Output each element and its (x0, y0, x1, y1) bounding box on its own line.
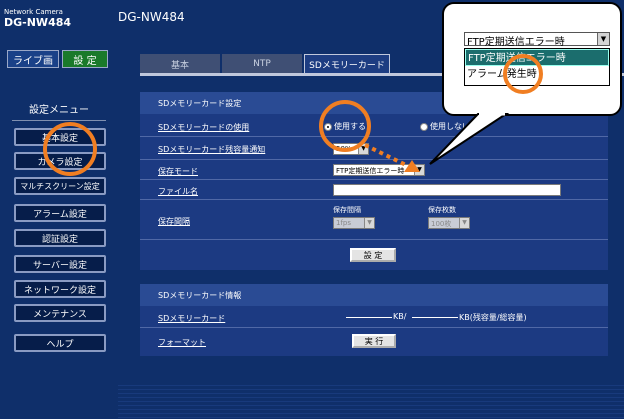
interval-sublabel: 保存間隔 (333, 206, 361, 214)
dropdown-callout: FTP定期送信エラー時 ▼ FTP定期送信エラー時 アラーム発生時 (442, 2, 622, 116)
save-mode-value: FTP定期送信エラー時 (336, 167, 405, 175)
save-mode-row: 保存モード FTP定期送信エラー時 ▼ (140, 160, 608, 180)
callout-option-list: FTP定期送信エラー時 アラーム発生時 (464, 48, 610, 86)
interval-label: 保存間隔 (158, 217, 190, 226)
menu-auth-settings[interactable]: 認証設定 (14, 229, 106, 247)
live-view-button[interactable]: ライブ画 (7, 50, 59, 68)
format-label: フォーマット (158, 338, 206, 347)
interval-value: 1fps (336, 219, 352, 227)
menu-help[interactable]: ヘルプ (14, 334, 106, 352)
dropdown-arrow-icon: ▼ (364, 218, 374, 228)
sd-notify-value: 50% (336, 145, 352, 153)
sd-info-section: SDメモリーカード情報 SDメモリーカード KB/ KB(残容量/総容量) フォ… (140, 284, 608, 356)
sd-notify-select[interactable]: 50% ▼ (333, 143, 369, 155)
format-run-button[interactable]: 実 行 (352, 334, 396, 348)
filename-input[interactable] (333, 184, 561, 196)
count-select[interactable]: 100枚 ▼ (428, 217, 470, 229)
sd-use-label: SDメモリーカードの使用 (158, 123, 250, 132)
kb-total-label: KB(残容量/総容量) (459, 313, 527, 322)
menu-title: 設定メニュー (12, 101, 106, 121)
count-sublabel: 保存枚数 (428, 206, 456, 214)
sd-use-off-label: 使用しない (430, 122, 470, 131)
menu-server-settings[interactable]: サーバー設定 (14, 255, 106, 273)
radio-icon (324, 122, 332, 131)
dropdown-arrow-icon: ▼ (358, 144, 368, 154)
menu-multiscreen-settings[interactable]: マルチスクリーン設定 (14, 177, 106, 195)
sd-notify-label: SDメモリーカード残容量通知 (158, 145, 266, 154)
page-title: DG-NW484 (118, 10, 185, 24)
menu-camera-settings[interactable]: カメラ設定 (14, 152, 106, 170)
page: Network Camera DG-NW484 DG-NW484 ライブ画 設 … (0, 0, 624, 419)
model-name: DG-NW484 (4, 16, 72, 29)
filename-row: ファイル名 (140, 180, 608, 200)
option-ftp-error[interactable]: FTP定期送信エラー時 (465, 49, 609, 66)
used-capacity-line (346, 317, 392, 318)
sd-settings-section: SDメモリーカード設定 SDメモリーカードの使用 使用する 使用しない SDメモ… (140, 92, 608, 270)
tab-ntp[interactable]: NTP (222, 54, 302, 74)
dropdown-arrow-icon: ▼ (459, 218, 469, 228)
sd-use-on-radio[interactable]: 使用する (324, 121, 366, 132)
sd-use-row: SDメモリーカードの使用 使用する 使用しない (140, 114, 608, 137)
interval-select[interactable]: 1fps ▼ (333, 217, 375, 229)
tab-sd-card[interactable]: SDメモリーカード (304, 54, 390, 74)
menu-maintenance[interactable]: メンテナンス (14, 304, 106, 322)
menu-network-settings[interactable]: ネットワーク設定 (14, 280, 106, 298)
sd-use-on-label: 使用する (334, 122, 366, 131)
count-value: 100枚 (431, 220, 452, 228)
footer-stripes (118, 385, 624, 419)
callout-selected-value: FTP定期送信エラー時 (467, 37, 565, 48)
sidebar: ライブ画 設 定 設定メニュー 基本設定 カメラ設定 マルチスクリーン設定 アラ… (0, 40, 118, 419)
menu-basic-settings[interactable]: 基本設定 (14, 128, 106, 146)
tab-basic[interactable]: 基本 (140, 54, 220, 74)
menu-alarm-settings[interactable]: アラーム設定 (14, 204, 106, 222)
sd-use-off-radio[interactable]: 使用しない (420, 121, 470, 132)
sd-card-row: SDメモリーカード KB/ KB(残容量/総容量) (140, 306, 608, 328)
sd-card-label: SDメモリーカード (158, 314, 226, 323)
option-alarm[interactable]: アラーム発生時 (465, 66, 609, 83)
product-label: Network Camera (4, 8, 63, 16)
sd-info-heading: SDメモリーカード情報 (140, 284, 608, 306)
settings-submit-button[interactable]: 設 定 (350, 248, 396, 262)
sd-notify-row: SDメモリーカード残容量通知 50% ▼ (140, 137, 608, 160)
callout-select: FTP定期送信エラー時 ▼ (464, 32, 610, 48)
format-row: フォーマット 実 行 (140, 328, 608, 354)
total-capacity-line (412, 317, 458, 318)
dropdown-arrow-icon: ▼ (414, 165, 424, 175)
setup-button[interactable]: 設 定 (62, 50, 108, 68)
kb-used-label: KB/ (393, 312, 407, 321)
filename-label: ファイル名 (158, 187, 198, 196)
radio-icon (420, 122, 428, 131)
save-mode-select[interactable]: FTP定期送信エラー時 ▼ (333, 164, 425, 176)
save-mode-label: 保存モード (158, 167, 198, 176)
dropdown-arrow-icon: ▼ (597, 33, 609, 45)
interval-row: 保存間隔 保存間隔 1fps ▼ 保存枚数 100枚 ▼ (140, 200, 608, 240)
